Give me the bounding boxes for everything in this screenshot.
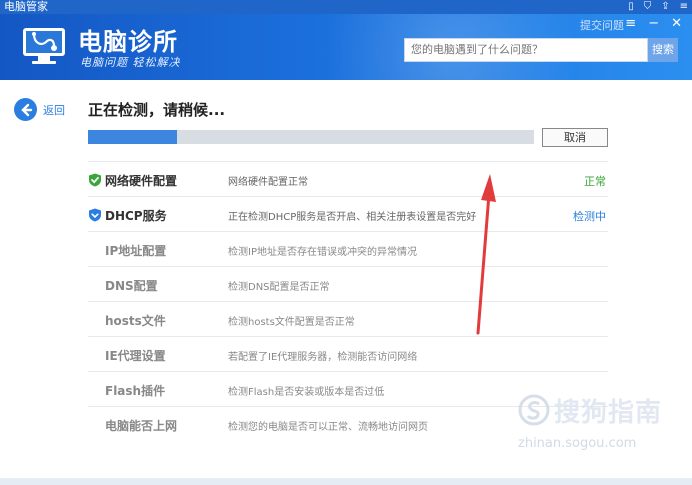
- check-description: 检测DNS配置是否正常: [228, 282, 330, 293]
- check-state: 检测中: [573, 210, 606, 223]
- check-name: IE代理设置: [105, 349, 166, 363]
- check-description: 若配置了IE代理服务器，检测能否访问网络: [228, 352, 418, 363]
- shield-check-icon: [89, 173, 101, 187]
- phone-icon[interactable]: ▯: [628, 1, 634, 13]
- watermark-url: zhinan.sogou.com: [518, 436, 637, 451]
- shield-icon[interactable]: ⛉: [644, 1, 652, 13]
- check-description: 检测您的电脑是否可以正常、流畅地访问网页: [228, 422, 428, 433]
- shield-blue-icon: [89, 208, 101, 222]
- window-titlebar: 电脑管家 ▯ ⛉ ⇪ ≡: [0, 0, 692, 14]
- back-label[interactable]: 返回: [43, 102, 65, 118]
- check-name: 电脑能否上网: [105, 419, 178, 433]
- window-controls: ≡ − ✕: [625, 16, 682, 31]
- check-name: 网络硬件配置: [105, 174, 178, 188]
- bottom-strip: [0, 478, 692, 485]
- check-row: DNS配置 检测DNS配置是否正常: [88, 266, 608, 301]
- upload-icon[interactable]: ⇪: [661, 1, 669, 13]
- menu-icon[interactable]: ≡: [680, 1, 688, 13]
- close-icon[interactable]: ✕: [671, 16, 682, 31]
- watermark-brand: 搜狗指南: [554, 398, 663, 428]
- check-state: 正常: [584, 175, 606, 188]
- scan-progress-fill: [88, 130, 178, 144]
- app-name: 电脑诊所: [78, 28, 178, 56]
- minimize-icon[interactable]: −: [648, 16, 659, 31]
- check-row: IE代理设置 若配置了IE代理服务器，检测能否访问网络: [88, 336, 608, 371]
- monitor-stethoscope-icon: [23, 28, 65, 64]
- check-name: IP地址配置: [105, 244, 167, 258]
- check-description: 检测IP地址是否存在错误或冲突的异常情况: [228, 247, 417, 258]
- app-header: 电脑诊所 电脑问题 轻松解决 提交问题 ≡ − ✕ 搜索: [0, 14, 692, 80]
- search-button[interactable]: 搜索: [648, 38, 678, 62]
- check-row: IP地址配置 检测IP地址是否存在错误或冲突的异常情况: [88, 231, 608, 266]
- check-row: 网络硬件配置 网络硬件配置正常 正常: [88, 161, 608, 196]
- cancel-button[interactable]: 取消: [542, 128, 608, 147]
- scan-progress-bar: [88, 130, 534, 144]
- back-button[interactable]: 返回: [14, 98, 65, 121]
- check-name: DHCP服务: [105, 209, 167, 223]
- sogou-logo-icon: [518, 394, 550, 426]
- hamburger-menu-icon[interactable]: ≡: [625, 16, 636, 31]
- check-name: DNS配置: [105, 279, 158, 293]
- check-description: 检测hosts文件配置是否正常: [228, 317, 355, 328]
- app-slogan: 电脑问题 轻松解决: [80, 56, 181, 69]
- check-description: 正在检测DHCP服务是否开启、相关注册表设置是否完好: [228, 212, 477, 223]
- check-description: 检测Flash是否安装或版本是否过低: [228, 387, 385, 398]
- check-description: 网络硬件配置正常: [228, 177, 308, 188]
- check-name: hosts文件: [105, 314, 166, 328]
- scan-status-title: 正在检测，请稍候...: [88, 101, 226, 119]
- feedback-link[interactable]: 提交问题: [580, 17, 624, 33]
- check-row: hosts文件 检测hosts文件配置是否正常: [88, 301, 608, 336]
- system-tray-icons: ▯ ⛉ ⇪ ≡: [628, 0, 688, 14]
- arrow-left-icon[interactable]: [14, 98, 37, 121]
- annotation-arrow: [476, 174, 496, 335]
- search-input[interactable]: [404, 38, 648, 62]
- window-title: 电脑管家: [4, 0, 48, 13]
- watermark: 搜狗指南 zhinan.sogou.com: [518, 392, 688, 462]
- check-row: DHCP服务 正在检测DHCP服务是否开启、相关注册表设置是否完好 检测中: [88, 196, 608, 231]
- check-name: Flash插件: [105, 384, 166, 398]
